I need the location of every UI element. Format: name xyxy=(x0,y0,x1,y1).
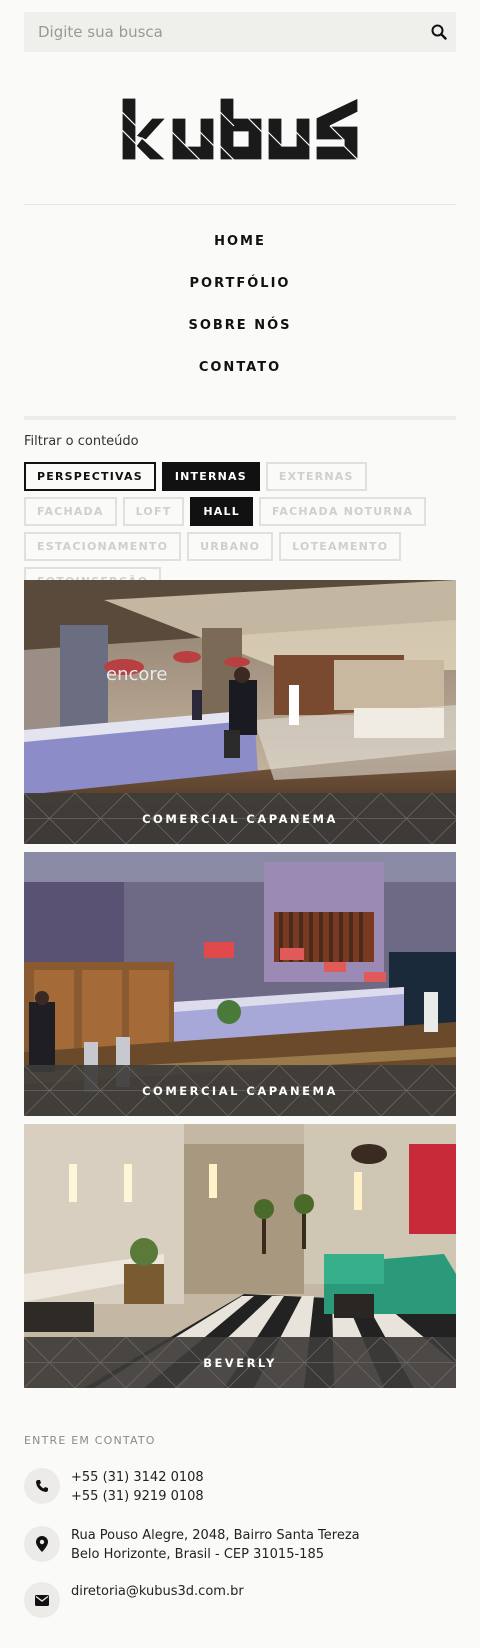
header-divider xyxy=(24,204,456,205)
card-caption: BEVERLY xyxy=(24,1337,456,1388)
phone-icon xyxy=(24,1468,60,1504)
address-line-1: Rua Pouso Alegre, 2048, Bairro Santa Ter… xyxy=(71,1528,360,1543)
tag-urbano[interactable]: URBANO xyxy=(187,532,274,561)
nav-portfolio[interactable]: PORTFÓLIO xyxy=(24,268,456,310)
search-input[interactable] xyxy=(24,23,412,41)
contact-title: ENTRE EM CONTATO xyxy=(24,1434,156,1447)
card-caption: COMERCIAL CAPANEMA xyxy=(24,1065,456,1116)
card-title: COMERCIAL CAPANEMA xyxy=(142,1083,338,1098)
email-link[interactable]: diretoria@kubus3d.com.br xyxy=(71,1582,244,1601)
map-pin-icon xyxy=(24,1526,60,1562)
tag-loft[interactable]: LOFT xyxy=(122,497,185,526)
tag-fachada-noturna[interactable]: FACHADA NOTURNA xyxy=(258,497,427,526)
envelope-icon xyxy=(24,1582,60,1618)
portfolio-card[interactable]: BEVERLY xyxy=(24,1124,456,1388)
search-icon[interactable] xyxy=(422,12,456,52)
tag-hall[interactable]: HALL xyxy=(190,497,253,526)
main-nav: HOME PORTFÓLIO SOBRE NÓS CONTATO xyxy=(24,226,456,394)
filter-label: Filtrar o conteúdo xyxy=(24,434,139,449)
contact-address: Rua Pouso Alegre, 2048, Bairro Santa Ter… xyxy=(24,1526,360,1564)
nav-divider xyxy=(24,416,456,420)
card-title: BEVERLY xyxy=(203,1355,277,1370)
search-bar xyxy=(24,12,456,52)
encore-sign: encore xyxy=(106,664,167,685)
logo[interactable] xyxy=(24,96,456,166)
card-caption: COMERCIAL CAPANEMA xyxy=(24,793,456,844)
tag-perspectivas[interactable]: PERSPECTIVAS xyxy=(24,462,156,491)
contact-email: diretoria@kubus3d.com.br xyxy=(24,1582,244,1618)
tag-fachada[interactable]: FACHADA xyxy=(24,497,117,526)
phone-1[interactable]: +55 (31) 3142 0108 xyxy=(71,1468,204,1487)
kubus-logo-mark xyxy=(122,97,358,161)
tag-externas[interactable]: EXTERNAS xyxy=(265,462,367,491)
tag-internas[interactable]: INTERNAS xyxy=(161,462,260,491)
card-title: COMERCIAL CAPANEMA xyxy=(142,811,338,826)
nav-home[interactable]: HOME xyxy=(24,226,456,268)
nav-sobre-nos[interactable]: SOBRE NÓS xyxy=(24,310,456,352)
phone-2[interactable]: +55 (31) 9219 0108 xyxy=(71,1487,204,1506)
tag-loteamento[interactable]: LOTEAMENTO xyxy=(279,532,402,561)
address-line-2: Belo Horizonte, Brasil - CEP 31015-185 xyxy=(71,1547,324,1562)
contact-phone: +55 (31) 3142 0108 +55 (31) 9219 0108 xyxy=(24,1468,204,1506)
filter-tags: PERSPECTIVAS INTERNAS EXTERNAS FACHADA L… xyxy=(24,462,464,596)
portfolio-card[interactable]: COMERCIAL CAPANEMA xyxy=(24,852,456,1116)
nav-contato[interactable]: CONTATO xyxy=(24,352,456,394)
portfolio-card[interactable]: encore COMERCIAL CAPANEMA xyxy=(24,580,456,844)
tag-estacionamento[interactable]: ESTACIONAMENTO xyxy=(24,532,182,561)
